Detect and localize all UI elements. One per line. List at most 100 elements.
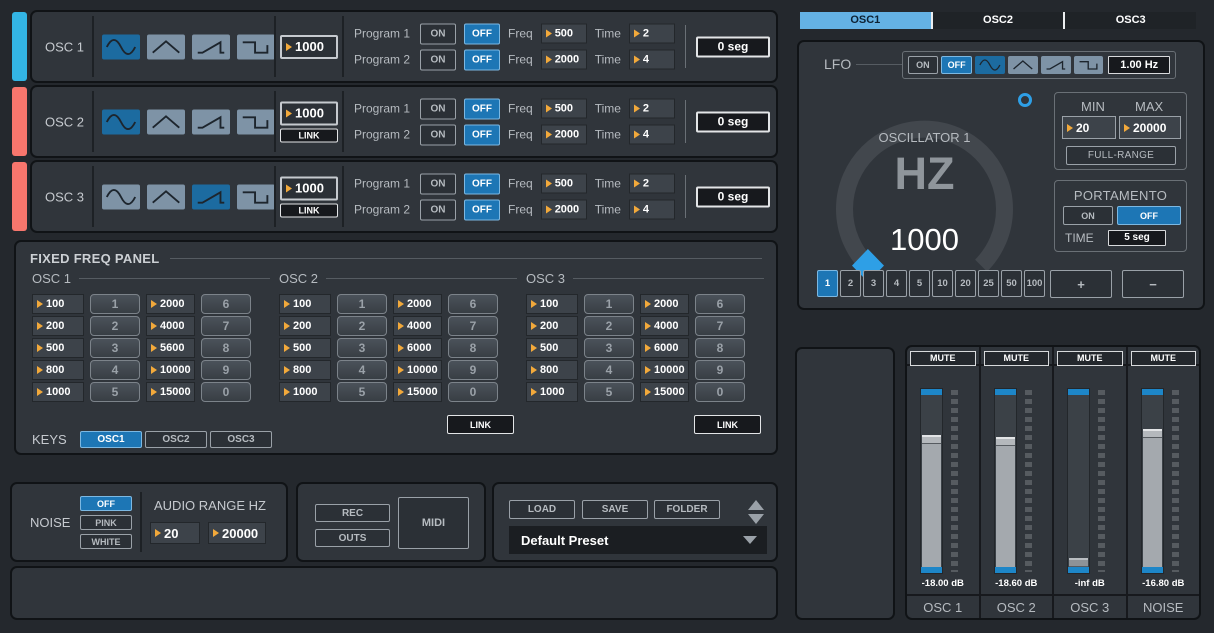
step-button[interactable]: 1 [817, 270, 838, 297]
keys-osc3-button[interactable]: OSC3 [210, 431, 272, 448]
key-button[interactable]: 4 [337, 360, 387, 380]
full-range-button[interactable]: FULL-RANGE [1066, 146, 1176, 165]
key-button[interactable]: 0 [448, 382, 498, 402]
freq-value[interactable]: 800 [32, 360, 84, 380]
freq-value[interactable]: 1000 [279, 382, 331, 402]
triangle-wave-icon[interactable] [1008, 56, 1038, 74]
key-button[interactable]: 8 [695, 338, 745, 358]
program2-on-button[interactable]: ON [420, 199, 456, 220]
osc2-link-button[interactable]: LINK [280, 128, 338, 142]
freq-value[interactable]: 100 [526, 294, 578, 314]
triangle-wave-icon[interactable] [147, 184, 185, 209]
tab-osc2[interactable]: OSC2 [931, 12, 1064, 29]
freq-value[interactable]: 1000 [526, 382, 578, 402]
key-button[interactable]: 0 [201, 382, 251, 402]
step-button[interactable]: 100 [1024, 270, 1045, 297]
key-button[interactable]: 6 [201, 294, 251, 314]
key-button[interactable]: 6 [448, 294, 498, 314]
freq-value[interactable]: 4000 [393, 316, 442, 336]
osc2-group-link-button[interactable]: LINK [447, 415, 514, 434]
square-wave-icon[interactable] [237, 184, 275, 209]
program1-time-value[interactable]: 2 [629, 174, 675, 194]
tab-osc1[interactable]: OSC1 [800, 12, 931, 29]
key-button[interactable]: 3 [337, 338, 387, 358]
freq-value[interactable]: 4000 [146, 316, 195, 336]
portamento-off-button[interactable]: OFF [1117, 206, 1181, 225]
step-button[interactable]: 3 [863, 270, 884, 297]
mute-button[interactable]: MUTE [984, 351, 1050, 366]
program2-time-value[interactable]: 4 [629, 50, 675, 70]
freq-value[interactable]: 800 [279, 360, 331, 380]
folder-button[interactable]: FOLDER [654, 500, 720, 519]
key-button[interactable]: 4 [584, 360, 634, 380]
sine-wave-icon[interactable] [975, 56, 1005, 74]
fader-handle[interactable] [1143, 429, 1162, 438]
square-wave-icon[interactable] [237, 34, 275, 59]
range-min-value[interactable]: 20 [1062, 116, 1116, 139]
fader-handle[interactable] [1069, 558, 1088, 567]
ramp-wave-icon[interactable] [192, 184, 230, 209]
key-button[interactable]: 3 [584, 338, 634, 358]
triangle-wave-icon[interactable] [147, 109, 185, 134]
sine-wave-icon[interactable] [102, 109, 140, 134]
freq-value[interactable]: 500 [526, 338, 578, 358]
program1-freq-value[interactable]: 500 [541, 99, 587, 119]
key-button[interactable]: 5 [584, 382, 634, 402]
sine-wave-icon[interactable] [102, 184, 140, 209]
program2-off-button[interactable]: OFF [464, 199, 500, 220]
step-button[interactable]: 4 [886, 270, 907, 297]
program2-freq-value[interactable]: 2000 [541, 50, 587, 70]
lfo-on-button[interactable]: ON [908, 56, 938, 74]
key-button[interactable]: 7 [695, 316, 745, 336]
step-button[interactable]: 25 [978, 270, 999, 297]
program1-on-button[interactable]: ON [420, 23, 456, 44]
step-button[interactable]: 20 [955, 270, 976, 297]
mod-ring-icon[interactable] [1018, 93, 1032, 107]
program2-on-button[interactable]: ON [420, 49, 456, 70]
osc3-link-button[interactable]: LINK [280, 203, 338, 217]
key-button[interactable]: 0 [695, 382, 745, 402]
program1-freq-value[interactable]: 500 [541, 24, 587, 44]
volume-fader[interactable] [994, 388, 1017, 574]
key-button[interactable]: 8 [201, 338, 251, 358]
step-button[interactable]: 2 [840, 270, 861, 297]
program2-freq-value[interactable]: 2000 [541, 125, 587, 145]
keys-osc1-button[interactable]: OSC1 [80, 431, 142, 448]
key-button[interactable]: 5 [90, 382, 140, 402]
outs-button[interactable]: OUTS [315, 529, 390, 547]
osc3-freq-value[interactable]: 1000 [280, 176, 338, 200]
lfo-rate-display[interactable]: 1.00 Hz [1108, 56, 1169, 74]
key-button[interactable]: 7 [201, 316, 251, 336]
freq-value[interactable]: 6000 [640, 338, 689, 358]
program2-time-value[interactable]: 4 [629, 200, 675, 220]
audio-range-max[interactable]: 20000 [208, 522, 266, 544]
freq-value[interactable]: 10000 [640, 360, 689, 380]
key-button[interactable]: 6 [695, 294, 745, 314]
freq-value[interactable]: 10000 [146, 360, 195, 380]
key-button[interactable]: 2 [584, 316, 634, 336]
program1-on-button[interactable]: ON [420, 173, 456, 194]
noise-white-button[interactable]: WHITE [80, 534, 132, 549]
program1-on-button[interactable]: ON [420, 98, 456, 119]
freq-value[interactable]: 10000 [393, 360, 442, 380]
square-wave-icon[interactable] [1074, 56, 1104, 74]
freq-value[interactable]: 2000 [393, 294, 442, 314]
program1-freq-value[interactable]: 500 [541, 174, 587, 194]
freq-value[interactable]: 800 [526, 360, 578, 380]
freq-value[interactable]: 200 [526, 316, 578, 336]
program2-on-button[interactable]: ON [420, 124, 456, 145]
increment-button[interactable]: + [1050, 270, 1112, 298]
key-button[interactable]: 1 [584, 294, 634, 314]
sine-wave-icon[interactable] [102, 34, 140, 59]
portamento-on-button[interactable]: ON [1063, 206, 1113, 225]
mute-button[interactable]: MUTE [1057, 351, 1123, 366]
spinner-up-icon[interactable] [748, 500, 764, 510]
key-button[interactable]: 1 [90, 294, 140, 314]
freq-value[interactable]: 15000 [393, 382, 442, 402]
freq-value[interactable]: 2000 [640, 294, 689, 314]
step-button[interactable]: 50 [1001, 270, 1022, 297]
rec-button[interactable]: REC [315, 504, 390, 522]
program2-off-button[interactable]: OFF [464, 49, 500, 70]
lfo-off-button[interactable]: OFF [941, 56, 973, 74]
freq-value[interactable]: 15000 [640, 382, 689, 402]
